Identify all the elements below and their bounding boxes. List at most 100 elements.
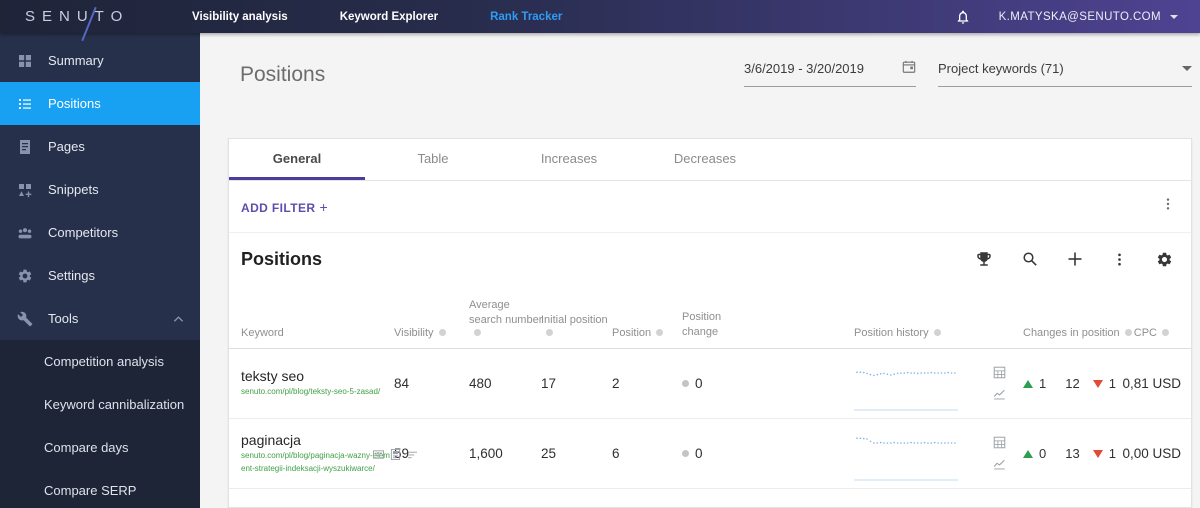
sidebar-item-positions[interactable]: Positions [0,82,200,125]
changes-down-value: 1 [1108,376,1116,391]
caret-down-icon [1170,14,1178,19]
tab-decreases[interactable]: Decreases [637,139,773,180]
nav-visibility-analysis[interactable]: Visibility analysis [166,0,314,33]
col-position-history[interactable]: Position history [854,327,993,348]
info-icon [933,329,941,336]
add-filter-button[interactable]: ADD FILTER + [241,199,328,215]
sidebar-label: Positions [48,96,101,111]
caret-down-icon [1182,66,1192,71]
people-group-icon [17,225,35,241]
col-row-actions [993,339,1023,348]
user-menu[interactable]: K.MATYSKA@SENUTO.COM [999,11,1178,23]
page-title: Positions [240,63,326,86]
tools-submenu: Competition analysis Keyword cannibaliza… [0,340,200,508]
wrench-icon [17,311,35,327]
add-icon[interactable] [1067,251,1083,267]
no-change-dot-icon [682,380,689,387]
cpc-value: 0,00 USD [1122,446,1181,461]
sidebar-label: Snippets [48,182,99,197]
col-initial-position[interactable]: Initial position [541,313,612,348]
changes-up-value: 0 [1039,446,1047,461]
sidebar-item-competitors[interactable]: Competitors [0,211,200,254]
arrow-down-icon [1092,379,1103,388]
keyword-text: paginacja [241,431,301,448]
table-row: paginacja senuto.com/pl/blog/paginacja-w… [229,419,1191,489]
search-icon[interactable] [1022,251,1038,267]
keyword-url-link[interactable]: senuto.com/pl/blog/paginacja-wazny-eleme… [241,450,393,476]
grid-table-icon[interactable] [993,366,1023,379]
keywords-select-value: Project keywords (71) [938,61,1064,76]
info-icon [438,329,446,336]
sidebar-item-compare-serp[interactable]: Compare SERP [0,469,200,508]
col-visibility[interactable]: Visibility [394,327,469,348]
dashboard-grid-icon [17,53,35,69]
col-keyword[interactable]: Keyword [241,327,394,348]
table-title: Positions [241,249,323,269]
col-cpc[interactable]: CPC [1116,327,1181,348]
tab-general[interactable]: General [229,139,365,180]
senuto-logo[interactable]: SENUTO [0,6,166,41]
arrow-down-icon [1092,449,1103,458]
changes-same-value: 12 [1065,376,1080,391]
sidebar-item-tools[interactable]: Tools [0,297,200,340]
sidebar-label: Pages [48,139,85,154]
line-chart-icon[interactable] [993,458,1023,471]
sidebar-item-summary[interactable]: Summary [0,39,200,82]
tab-table[interactable]: Table [365,139,501,180]
top-navigation: Visibility analysis Keyword Explorer Ran… [166,0,588,33]
keyword-cell: paginacja senuto.com/pl/blog/paginacja-w… [241,431,418,476]
initial-position-value: 25 [541,446,557,461]
info-icon [474,329,481,336]
arrow-up-icon [1023,449,1033,458]
col-changes-in-position[interactable]: Changes in position [1023,327,1132,348]
position-change-cell: 0 [682,376,854,391]
changes-down-value: 1 [1108,446,1116,461]
keyword-text: teksty seo [241,368,305,385]
nav-rank-tracker[interactable]: Rank Tracker [464,0,588,33]
grid-table-icon[interactable] [993,436,1023,449]
table-actions [975,250,1173,268]
col-avg-search[interactable]: Average search number [469,298,542,348]
col-position-change[interactable]: Position change [682,310,854,348]
serp-feature-icons [373,448,418,463]
sidebar-item-snippets[interactable]: Snippets [0,168,200,211]
logo-text: SENUTO [25,7,130,25]
rich-card-icon [373,448,384,463]
more-options-icon[interactable] [1161,197,1175,216]
position-change-cell: 0 [682,446,854,461]
sidebar-item-compare-days[interactable]: Compare days [0,426,200,469]
plus-icon: + [319,198,329,215]
gear-icon[interactable] [1156,251,1173,268]
main-content: Positions 3/6/2019 - 3/20/2019 Project k… [200,33,1200,508]
position-history-sparkline [854,357,958,411]
avg-search-value: 480 [469,376,492,391]
keyword-cell: teksty seo senuto.com/pl/blog/teksty-seo… [241,368,394,399]
info-icon [546,329,553,336]
sidebar-item-competition-analysis[interactable]: Competition analysis [0,340,200,383]
tab-increases[interactable]: Increases [501,139,637,180]
date-range-input[interactable]: 3/6/2019 - 3/20/2019 [744,51,916,87]
position-value: 6 [612,446,620,461]
sidebar-item-settings[interactable]: Settings [0,254,200,297]
changes-in-position-cell: 0 13 1 [1023,446,1116,461]
keyword-url-link[interactable]: senuto.com/pl/blog/teksty-seo-5-zasad/ [241,386,393,399]
notifications-bell-icon[interactable] [955,9,971,25]
arrow-up-icon [1023,379,1033,388]
initial-position-value: 17 [541,376,557,391]
position-history-sparkline [854,427,958,481]
visibility-value: 84 [394,376,410,391]
changes-in-position-cell: 1 12 1 [1023,376,1116,391]
nav-keyword-explorer[interactable]: Keyword Explorer [314,0,464,33]
filter-row: ADD FILTER + [229,181,1191,233]
trophy-icon[interactable] [975,250,993,268]
date-range-value: 3/6/2019 - 3/20/2019 [744,61,864,76]
info-icon [656,329,664,336]
keywords-select[interactable]: Project keywords (71) [938,51,1192,87]
col-position[interactable]: Position [612,327,682,348]
cpc-value: 0,81 USD [1122,376,1181,391]
sidebar-item-keyword-cannibalization[interactable]: Keyword cannibalization [0,383,200,426]
line-chart-icon[interactable] [993,388,1023,401]
sidebar-item-pages[interactable]: Pages [0,125,200,168]
more-options-icon[interactable] [1112,252,1127,267]
tab-bar: General Table Increases Decreases [229,139,1191,181]
